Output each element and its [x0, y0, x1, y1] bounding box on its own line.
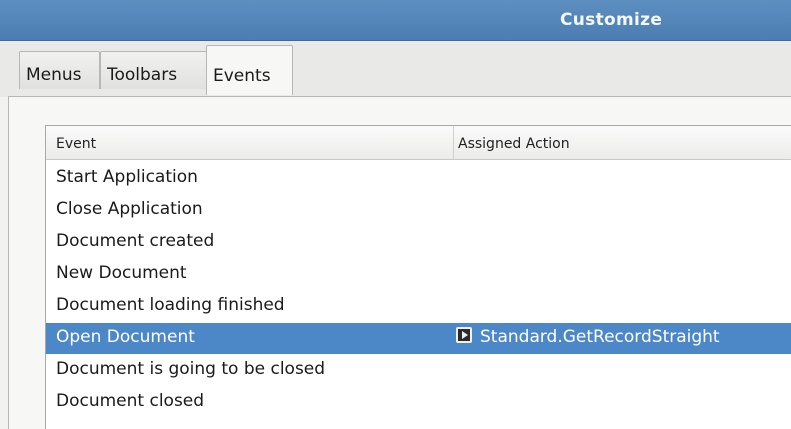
assigned-action: Standard.GetRecordStraight: [480, 327, 720, 347]
column-header-assigned-action[interactable]: Assigned Action: [454, 126, 791, 159]
event-name: New Document: [56, 263, 187, 283]
tab-toolbars[interactable]: Toolbars: [100, 51, 207, 89]
event-row-document-loading-finished[interactable]: Document loading finished: [46, 291, 791, 322]
list-header: Event Assigned Action: [46, 126, 791, 160]
tab-events[interactable]: Events: [206, 45, 293, 95]
event-row-start-application[interactable]: Start Application: [46, 163, 791, 194]
window-title: Customize: [560, 10, 663, 30]
event-name: Document loading finished: [56, 295, 285, 315]
event-row-new-document[interactable]: New Document: [46, 259, 791, 290]
event-row-open-document[interactable]: Open Document Standard.GetRecordStraight: [46, 323, 791, 354]
tab-menus[interactable]: Menus: [19, 51, 100, 89]
event-row-close-application[interactable]: Close Application: [46, 195, 791, 226]
title-bar: Customize: [0, 0, 791, 41]
event-row-document-is-going-to-be-closed[interactable]: Document is going to be closed: [46, 355, 791, 386]
event-name: Open Document: [56, 327, 195, 347]
event-name: Start Application: [56, 167, 198, 187]
assigned-action-cell: Standard.GetRecordStraight: [456, 327, 720, 347]
events-list[interactable]: Event Assigned Action Start Application …: [45, 125, 791, 429]
tab-bar: Menus Toolbars Events: [0, 41, 791, 97]
event-row-document-closed[interactable]: Document closed: [46, 387, 791, 418]
event-name: Document created: [56, 231, 215, 251]
event-row-document-created[interactable]: Document created: [46, 227, 791, 258]
event-name: Document closed: [56, 391, 205, 411]
event-name: Close Application: [56, 199, 203, 219]
column-header-event[interactable]: Event: [46, 126, 454, 159]
macro-icon: [456, 327, 472, 343]
event-name: Document is going to be closed: [56, 359, 326, 379]
